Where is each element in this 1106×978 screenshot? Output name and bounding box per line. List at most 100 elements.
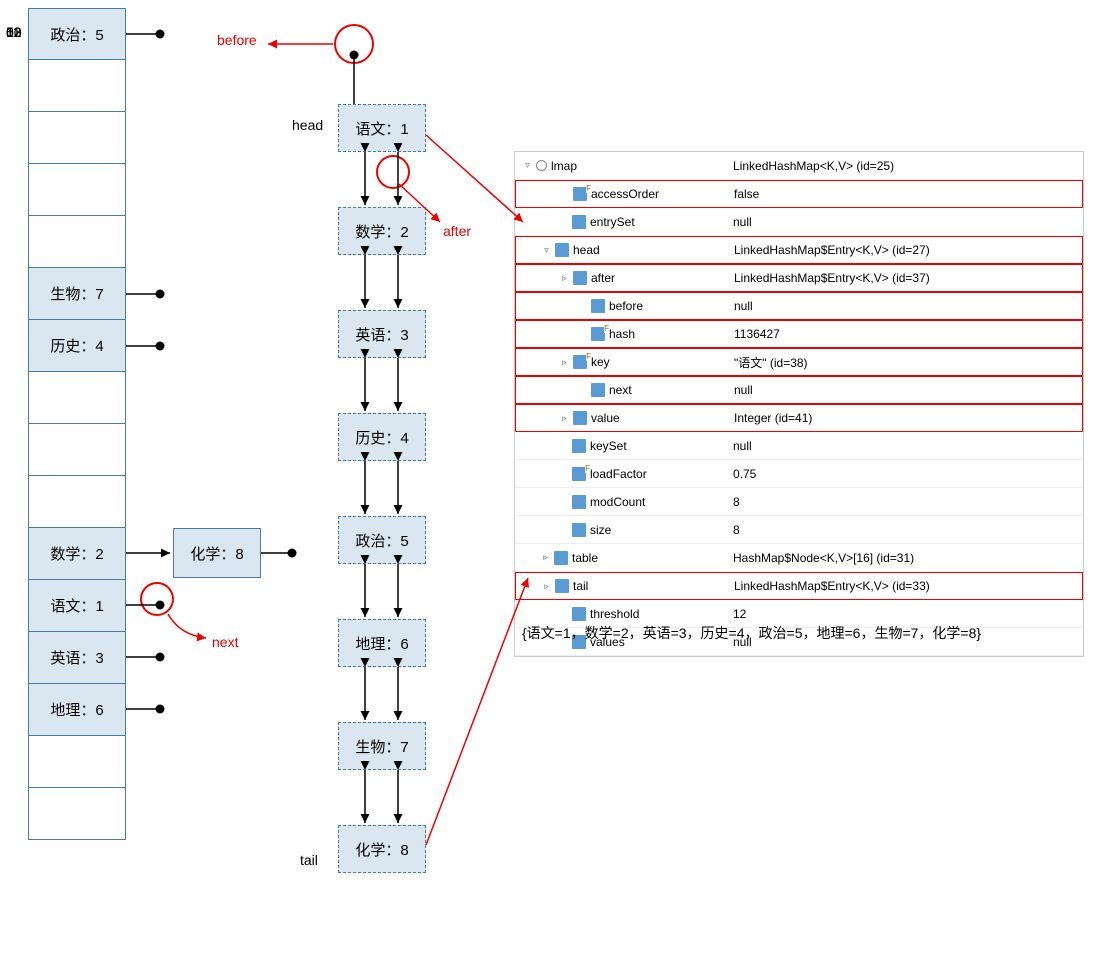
diagram-container: 0政治：5 5生物：7 6历史：4 10数学：2 11语文：1 12英语：3 1… <box>0 0 1106 978</box>
bucket-label: 地理：6 <box>50 699 103 720</box>
dbg-row-next[interactable]: nextnull <box>515 376 1083 404</box>
object-icon <box>536 160 547 171</box>
dbg-val: null <box>726 299 1082 313</box>
field-icon <box>572 523 586 537</box>
ll-node-0: 语文：1 <box>338 104 426 152</box>
bucket-7 <box>28 372 126 424</box>
expand-icon[interactable] <box>560 358 569 367</box>
dbg-row-entrySet[interactable]: entrySetnull <box>515 208 1083 236</box>
dbg-row-size[interactable]: size 8 <box>515 516 1083 544</box>
expand-icon[interactable] <box>560 414 569 423</box>
dbg-name: threshold <box>590 607 639 621</box>
dbg-row-hash[interactable]: hash 1136427 <box>515 320 1083 348</box>
bucket-15 <box>28 788 126 840</box>
dbg-name: keySet <box>590 439 627 453</box>
dbg-name: key <box>591 355 610 369</box>
dbg-row-loadFactor[interactable]: loadFactor0.75 <box>515 460 1083 488</box>
dbg-name: size <box>590 523 611 537</box>
field-icon <box>573 271 587 285</box>
chain-label: 化学：8 <box>190 543 243 564</box>
field-icon <box>573 411 587 425</box>
dbg-val: LinkedHashMap$Entry<K,V> (id=37) <box>726 271 1082 285</box>
dbg-val: "语文" (id=38) <box>726 354 1082 371</box>
dbg-row-key[interactable]: key "语文" (id=38) <box>515 348 1083 376</box>
ll-label: 地理：6 <box>355 633 408 654</box>
bucket-11: 11语文：1 <box>28 580 126 632</box>
field-icon <box>555 243 569 257</box>
expand-icon[interactable] <box>560 274 569 283</box>
expand-icon[interactable] <box>541 553 550 562</box>
field-icon <box>591 383 605 397</box>
bucket-label: 英语：3 <box>50 647 103 668</box>
field-icon <box>591 327 605 341</box>
after-annotation: after <box>443 223 471 239</box>
dbg-val: null <box>726 383 1082 397</box>
next-circle-icon <box>140 582 174 616</box>
dbg-val: null <box>725 439 1083 453</box>
bucket-3 <box>28 164 126 216</box>
dbg-val: Integer (id=41) <box>726 411 1082 425</box>
bucket-label: 语文：1 <box>50 595 103 616</box>
dbg-root[interactable]: lmap LinkedHashMap<K,V> (id=25) <box>515 152 1083 180</box>
ll-node-4: 政治：5 <box>338 516 426 564</box>
ll-node-3: 历史：4 <box>338 413 426 461</box>
bucket-2 <box>28 112 126 164</box>
dbg-val: null <box>725 215 1083 229</box>
bucket-14 <box>28 736 126 788</box>
ll-node-2: 英语：3 <box>338 310 426 358</box>
bucket-label: 生物：7 <box>50 283 103 304</box>
dbg-name: hash <box>609 327 635 341</box>
ll-label: 语文：1 <box>355 118 408 139</box>
dbg-name: head <box>573 243 600 257</box>
bucket-5: 5生物：7 <box>28 268 126 320</box>
dbg-val: 0.75 <box>725 467 1083 481</box>
bucket-9 <box>28 476 126 528</box>
field-icon <box>572 495 586 509</box>
dbg-row-value[interactable]: value Integer (id=41) <box>515 404 1083 432</box>
dbg-name: after <box>591 271 615 285</box>
dbg-row-table[interactable]: tableHashMap$Node<K,V>[16] (id=31) <box>515 544 1083 572</box>
dbg-row-keySet[interactable]: keySet null <box>515 432 1083 460</box>
dbg-row-head[interactable]: head LinkedHashMap$Entry<K,V> (id=27) <box>515 236 1083 264</box>
chain-node-10: 化学：8 <box>173 528 261 578</box>
ll-label: 政治：5 <box>355 530 408 551</box>
tail-label: tail <box>300 852 318 868</box>
ll-label: 化学：8 <box>355 839 408 860</box>
dbg-row-after[interactable]: after LinkedHashMap$Entry<K,V> (id=37) <box>515 264 1083 292</box>
bucket-12: 12英语：3 <box>28 632 126 684</box>
bucket-label: 数学：2 <box>50 543 103 564</box>
bucket-label: 历史：4 <box>50 335 103 356</box>
dbg-row-tail[interactable]: tailLinkedHashMap$Entry<K,V> (id=33) <box>515 572 1083 600</box>
field-icon <box>572 467 586 481</box>
field-icon <box>554 551 568 565</box>
next-annotation: next <box>212 634 238 650</box>
field-icon <box>573 187 587 201</box>
bucket-4 <box>28 216 126 268</box>
dbg-val: LinkedHashMap$Entry<K,V> (id=33) <box>726 579 1082 593</box>
expand-icon[interactable] <box>542 246 551 255</box>
bucket-6: 6历史：4 <box>28 320 126 372</box>
bucket-label: 政治：5 <box>50 24 103 45</box>
expand-icon[interactable] <box>542 582 551 591</box>
bucket-13: 13地理：6 <box>28 684 126 736</box>
dbg-name: value <box>591 411 620 425</box>
field-icon <box>591 299 605 313</box>
dbg-name: accessOrder <box>591 187 659 201</box>
dbg-row-accessOrder[interactable]: accessOrder false <box>515 180 1083 208</box>
dbg-val: 1136427 <box>726 327 1082 341</box>
ll-node-6: 生物：7 <box>338 722 426 770</box>
map-tostring: {语文=1，数学=2，英语=3，历史=4，政治=5，地理=6，生物=7，化学=8… <box>522 623 981 643</box>
ll-label: 生物：7 <box>355 736 408 757</box>
dbg-name: table <box>572 551 598 565</box>
bucket-8 <box>28 424 126 476</box>
ll-node-7: 化学：8 <box>338 825 426 873</box>
dbg-row-before[interactable]: beforenull <box>515 292 1083 320</box>
dbg-val: LinkedHashMap$Entry<K,V> (id=27) <box>726 243 1082 257</box>
before-annotation: before <box>217 32 257 48</box>
dbg-val: LinkedHashMap<K,V> (id=25) <box>725 159 1083 173</box>
field-icon <box>555 579 569 593</box>
dbg-val: 8 <box>725 523 1083 537</box>
dbg-val: false <box>726 187 1082 201</box>
ll-node-5: 地理：6 <box>338 619 426 667</box>
dbg-row-modCount[interactable]: modCount8 <box>515 488 1083 516</box>
